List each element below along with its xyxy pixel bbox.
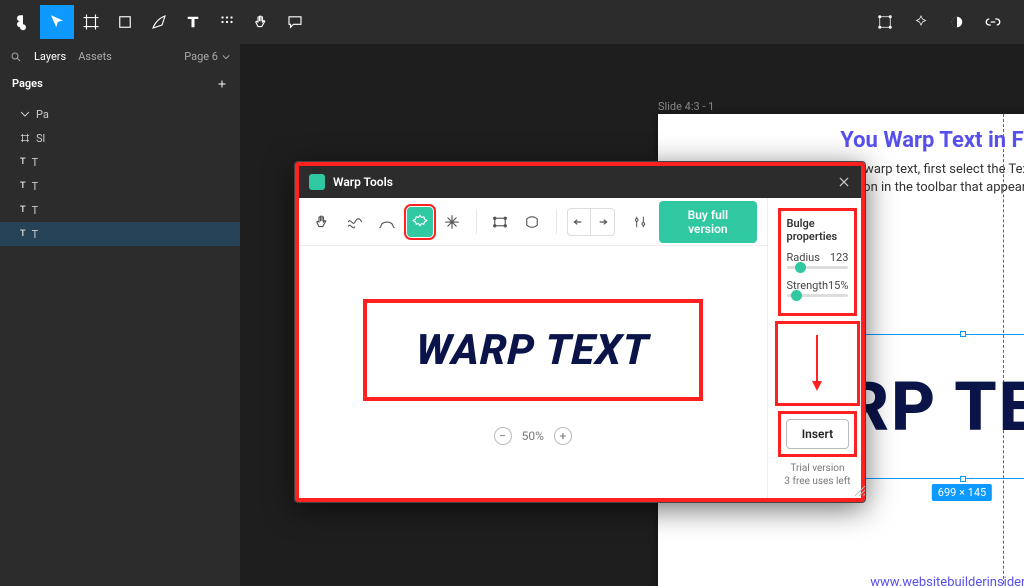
undo-button[interactable]: [568, 209, 591, 235]
comment-tool-button[interactable]: [278, 5, 312, 39]
shape-tool-button[interactable]: [108, 5, 142, 39]
plugin-left-pane: Buy full version WARP TEXT − 50% +: [299, 198, 767, 498]
strength-value: 15%: [828, 279, 848, 292]
layers-tab[interactable]: Layers: [34, 50, 66, 63]
hand-tool-icon[interactable]: [309, 207, 336, 237]
mask-icon[interactable]: [940, 5, 974, 39]
slide-title: You Warp Text in Figma?: [658, 114, 1024, 153]
bulge-properties-panel: Bulge properties Radius 123 Strength 15%: [778, 208, 858, 316]
radius-row: Radius 123: [787, 251, 849, 264]
insert-button[interactable]: Insert: [786, 419, 850, 449]
bounds-icon[interactable]: [868, 5, 902, 39]
layer-label: T: [32, 228, 39, 241]
chevron-down-icon: [222, 53, 230, 61]
current-page-label: Page 6: [184, 50, 218, 63]
buy-full-version-button[interactable]: Buy full version: [659, 201, 756, 243]
slider-thumb[interactable]: [791, 290, 802, 301]
envelope-tool-icon[interactable]: [519, 207, 546, 237]
text-layer-icon: T: [20, 205, 26, 215]
pages-label: Pages: [12, 77, 43, 90]
zoom-in-button[interactable]: +: [554, 427, 572, 445]
frame-icon: [20, 133, 30, 143]
text-layer-icon: T: [20, 229, 26, 239]
bulge-tool-icon[interactable]: [407, 207, 434, 237]
layer-label: T: [32, 204, 39, 217]
layer-label: Sl: [36, 132, 45, 145]
text-layer-icon: T: [20, 181, 26, 191]
radius-value: 123: [830, 251, 849, 264]
layer-item[interactable]: Pa: [0, 102, 240, 126]
left-sidebar: Layers Assets Page 6 Pages Pa Sl TT TT T…: [0, 44, 240, 586]
sidebar-tabs: Layers Assets Page 6: [0, 44, 240, 69]
figma-menu-button[interactable]: [6, 5, 40, 39]
chevron-down-icon: [20, 109, 30, 119]
layer-item[interactable]: Sl: [0, 126, 240, 150]
slide-footer-link: www.websitebuilderinsider.com: [658, 575, 1024, 586]
layer-item[interactable]: TT: [0, 222, 240, 246]
plugin-body: Buy full version WARP TEXT − 50% +: [299, 198, 861, 498]
resize-handle[interactable]: [960, 476, 966, 482]
layer-list: Pa Sl TT TT TT TT: [0, 98, 240, 586]
trial-info: Trial version 3 free uses left: [778, 462, 858, 488]
plugin-preview[interactable]: WARP TEXT − 50% +: [299, 246, 767, 498]
page-selector[interactable]: Page 6: [184, 50, 230, 63]
separator: [556, 210, 557, 234]
radius-slider[interactable]: [787, 266, 849, 269]
close-icon[interactable]: [837, 175, 851, 189]
add-page-icon[interactable]: [216, 78, 228, 90]
separator: [476, 210, 477, 234]
text-tool-button[interactable]: [176, 5, 210, 39]
search-icon[interactable]: [10, 51, 22, 63]
plugin-logo-icon: [309, 174, 325, 190]
hand-tool-button[interactable]: [244, 5, 278, 39]
warp-tools-plugin-window: Warp Tools: [295, 162, 865, 502]
effects-icon[interactable]: [904, 5, 938, 39]
swirl-tool-icon[interactable]: [439, 207, 466, 237]
resources-button[interactable]: [210, 5, 244, 39]
preview-highlight-box: WARP TEXT: [363, 299, 703, 401]
layer-item[interactable]: TT: [0, 198, 240, 222]
window-resize-handle[interactable]: [855, 486, 865, 496]
plugin-toolbar: Buy full version: [299, 198, 767, 246]
frame-name-label[interactable]: Slide 4:3 - 1: [658, 100, 714, 113]
zoom-out-button[interactable]: −: [494, 427, 512, 445]
settings-icon[interactable]: [627, 207, 654, 237]
main-area: Layers Assets Page 6 Pages Pa Sl TT TT T…: [0, 44, 1024, 586]
dimension-badge: 699 × 145: [932, 484, 992, 501]
figma-top-toolbar: [0, 0, 1024, 44]
zoom-control: − 50% +: [494, 427, 572, 445]
text-layer-icon: T: [20, 157, 26, 167]
wave-tool-icon[interactable]: [342, 207, 369, 237]
resize-handle[interactable]: [960, 331, 966, 337]
undo-redo-group: [567, 208, 615, 236]
redo-button[interactable]: [591, 209, 614, 235]
layer-label: T: [32, 156, 39, 169]
frame-tool-button[interactable]: [74, 5, 108, 39]
move-tool-button[interactable]: [40, 5, 74, 39]
pages-header: Pages: [0, 69, 240, 98]
top-right-controls: [868, 5, 1018, 39]
layer-label: Pa: [36, 108, 49, 121]
layer-label: T: [32, 180, 39, 193]
mesh-tool-icon[interactable]: [487, 207, 514, 237]
canvas[interactable]: Slide 4:3 - 1 You Warp Text in Figma? in…: [240, 44, 1024, 586]
zoom-level: 50%: [522, 429, 544, 443]
plugin-properties-pane: Bulge properties Radius 123 Strength 15%: [767, 198, 868, 498]
trial-line: 3 free uses left: [778, 475, 858, 488]
assets-tab[interactable]: Assets: [78, 50, 112, 63]
warped-text-preview: WARP TEXT: [415, 326, 650, 375]
insert-highlight: Insert: [778, 411, 858, 457]
trial-line: Trial version: [778, 462, 858, 475]
layer-item[interactable]: TT: [0, 174, 240, 198]
properties-title: Bulge properties: [787, 217, 849, 243]
plugin-title-text: Warp Tools: [333, 175, 393, 189]
plugin-titlebar[interactable]: Warp Tools: [299, 166, 861, 198]
pen-tool-button[interactable]: [142, 5, 176, 39]
strength-slider[interactable]: [787, 294, 849, 297]
slider-thumb[interactable]: [795, 262, 806, 273]
annotation-arrow: [778, 324, 858, 403]
layer-item[interactable]: TT: [0, 150, 240, 174]
link-icon[interactable]: [976, 5, 1010, 39]
curve-tool-icon[interactable]: [374, 207, 401, 237]
